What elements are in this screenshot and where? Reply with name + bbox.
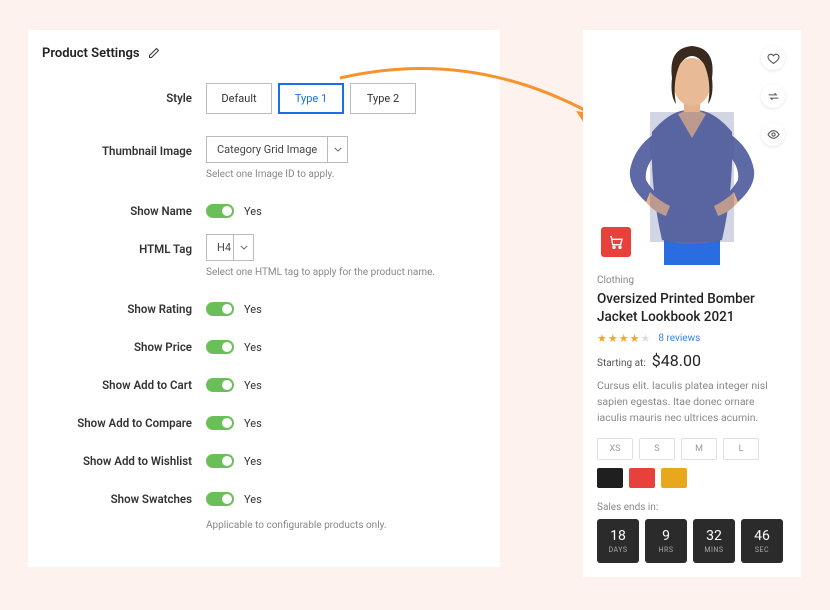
countdown-label: Sales ends in: <box>597 502 787 513</box>
color-swatch[interactable] <box>661 468 687 488</box>
html-tag-label: HTML Tag <box>42 234 206 256</box>
show-compare-value: Yes <box>244 417 262 430</box>
thumbnail-label: Thumbnail Image <box>42 136 206 158</box>
product-category[interactable]: Clothing <box>597 275 787 286</box>
size-option[interactable]: M <box>681 438 717 460</box>
thumbnail-select-value: Category Grid Image <box>206 136 328 163</box>
color-swatch[interactable] <box>597 468 623 488</box>
star-icon: ★ <box>597 332 607 345</box>
show-cart-toggle[interactable] <box>206 378 234 392</box>
style-option-type2[interactable]: Type 2 <box>350 83 416 114</box>
html-tag-select[interactable]: H4 <box>206 234 478 261</box>
color-swatches <box>597 468 787 488</box>
show-name-value: Yes <box>244 205 262 218</box>
html-tag-value: H4 <box>206 234 234 261</box>
reviews-link[interactable]: 8 reviews <box>658 333 700 344</box>
star-icon: ★ <box>630 332 640 345</box>
show-rating-toggle[interactable] <box>206 302 234 316</box>
show-swatches-toggle[interactable] <box>206 492 234 506</box>
star-icon: ★ <box>641 332 651 345</box>
product-image <box>593 40 791 265</box>
price-label: Starting at: <box>597 358 646 369</box>
show-wishlist-toggle[interactable] <box>206 454 234 468</box>
wishlist-icon[interactable] <box>761 46 785 70</box>
product-description: Cursus elit. Iaculis platea integer nisl… <box>597 378 787 425</box>
countdown-mins: 32 MINS <box>693 519 735 563</box>
show-wishlist-label: Show Add to Wishlist <box>42 446 206 468</box>
show-rating-value: Yes <box>244 303 262 316</box>
countdown-timer: 18 DAYS 9 HRS 32 MINS 46 SEC <box>597 519 787 563</box>
size-options: XS S M L <box>597 438 787 460</box>
show-compare-toggle[interactable] <box>206 416 234 430</box>
show-rating-label: Show Rating <box>42 294 206 316</box>
thumbnail-select[interactable]: Category Grid Image <box>206 136 478 163</box>
product-preview-card: Clothing Oversized Printed Bomber Jacket… <box>583 30 801 577</box>
show-name-toggle[interactable] <box>206 204 234 218</box>
countdown-sec: 46 SEC <box>741 519 783 563</box>
show-name-label: Show Name <box>42 196 206 218</box>
show-price-label: Show Price <box>42 332 206 354</box>
size-option[interactable]: XS <box>597 438 633 460</box>
product-action-icons <box>761 46 785 146</box>
color-swatch[interactable] <box>629 468 655 488</box>
show-price-value: Yes <box>244 341 262 354</box>
product-settings-panel: Product Settings Style Default Type 1 Ty… <box>28 30 500 567</box>
style-option-default[interactable]: Default <box>206 83 272 114</box>
style-option-type1[interactable]: Type 1 <box>278 83 344 114</box>
size-option[interactable]: S <box>639 438 675 460</box>
thumbnail-helper: Select one Image ID to apply. <box>206 169 478 180</box>
add-to-cart-button[interactable] <box>601 227 631 257</box>
pencil-icon[interactable] <box>148 44 160 63</box>
show-cart-label: Show Add to Cart <box>42 370 206 392</box>
rating-stars: ★ ★ ★ ★ ★ <box>597 332 650 345</box>
show-price-toggle[interactable] <box>206 340 234 354</box>
panel-title: Product Settings <box>42 46 140 61</box>
countdown-hours: 9 HRS <box>645 519 687 563</box>
star-icon: ★ <box>608 332 618 345</box>
quickview-icon[interactable] <box>761 122 785 146</box>
panel-header: Product Settings <box>42 44 478 63</box>
star-icon: ★ <box>619 332 629 345</box>
product-price: $48.00 <box>652 351 701 370</box>
style-label: Style <box>42 83 206 105</box>
show-cart-value: Yes <box>244 379 262 392</box>
style-button-group: Default Type 1 Type 2 <box>206 83 478 114</box>
size-option[interactable]: L <box>723 438 759 460</box>
show-compare-label: Show Add to Compare <box>42 408 206 430</box>
show-swatches-helper: Applicable to configurable products only… <box>206 520 478 531</box>
show-swatches-value: Yes <box>244 493 262 506</box>
show-wishlist-value: Yes <box>244 455 262 468</box>
html-tag-helper: Select one HTML tag to apply for the pro… <box>206 267 478 278</box>
show-swatches-label: Show Swatches <box>42 484 206 506</box>
countdown-days: 18 DAYS <box>597 519 639 563</box>
product-title[interactable]: Oversized Printed Bomber Jacket Lookbook… <box>597 290 787 326</box>
chevron-down-icon <box>234 234 254 261</box>
chevron-down-icon <box>328 136 348 163</box>
compare-icon[interactable] <box>761 84 785 108</box>
